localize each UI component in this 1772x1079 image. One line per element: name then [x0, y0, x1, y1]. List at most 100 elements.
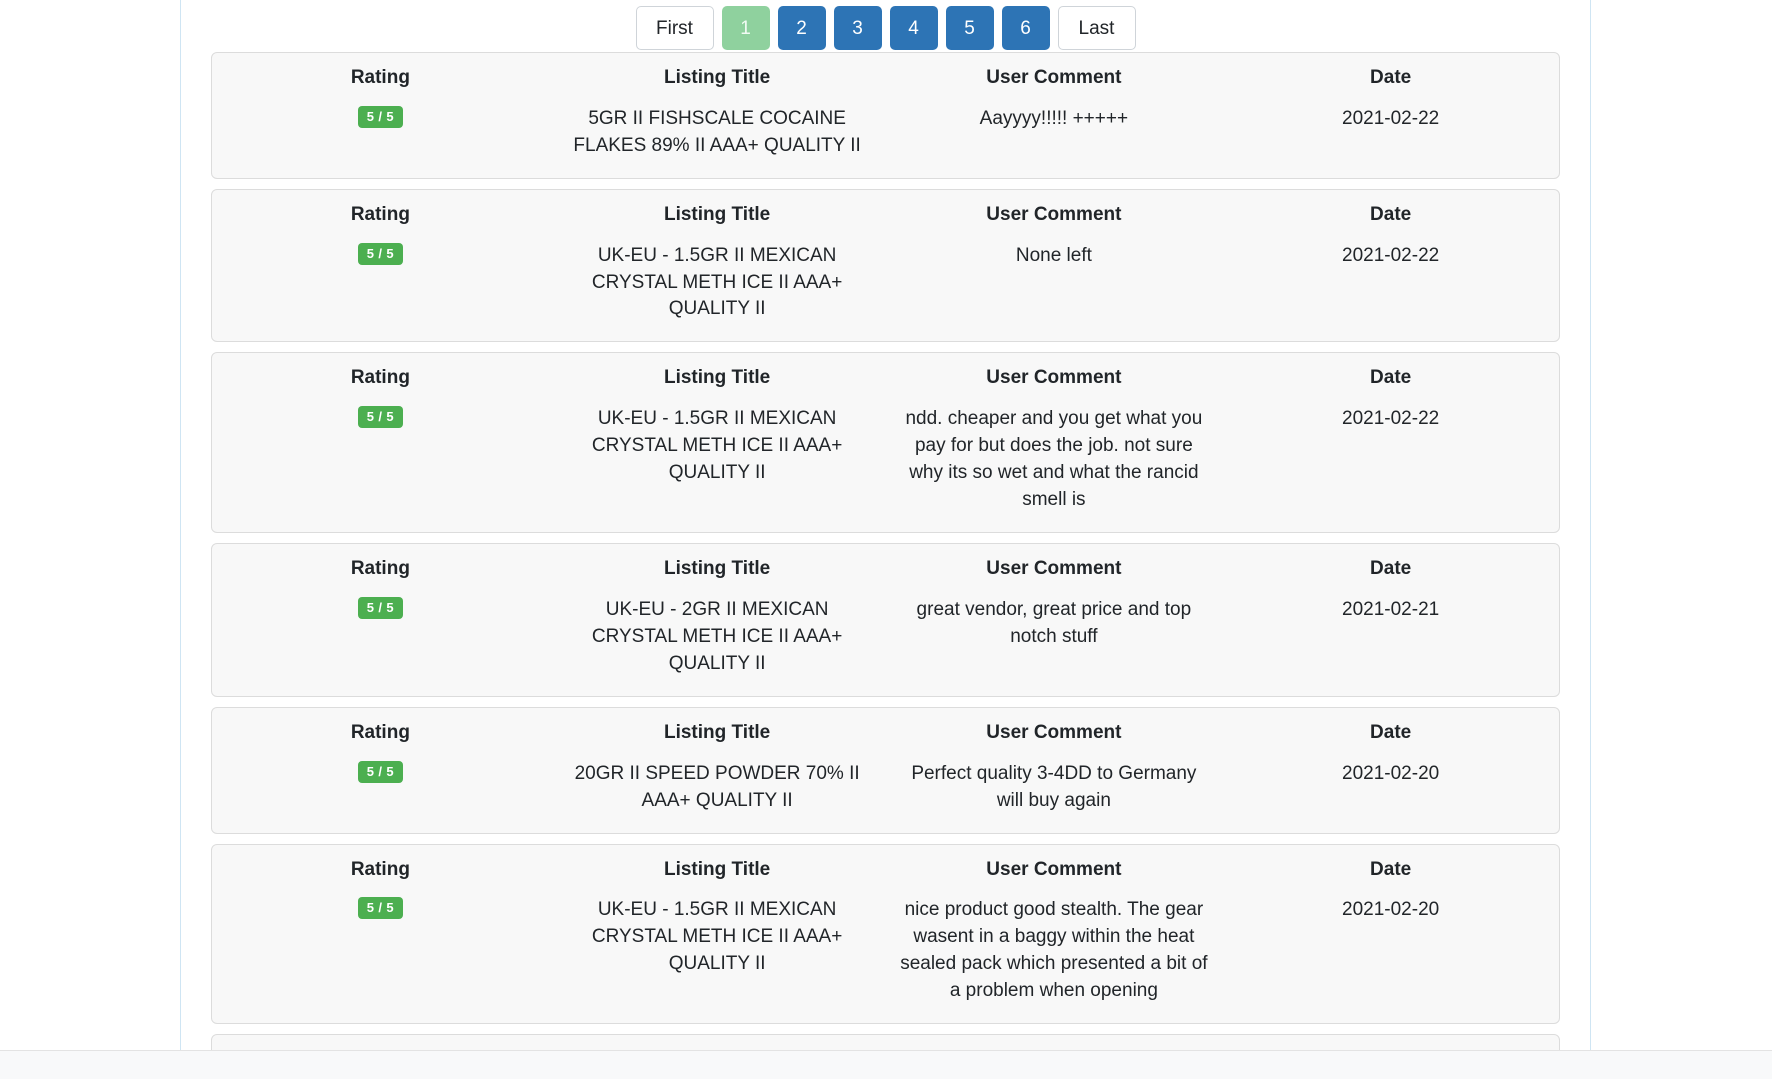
column-title: Listing Title 5GR II FISHSCALE COCAINE FL… [549, 53, 886, 178]
column-title: Listing Title7GR II PHARMA S-KETAMINE II… [549, 1035, 886, 1050]
listing-title-header: Listing Title [663, 558, 771, 580]
pagination-page-1[interactable]: 1 [721, 6, 770, 50]
date-value: 2021-02-20 [1342, 899, 1440, 921]
pagination-last-button[interactable]: Last [1057, 6, 1136, 50]
column-date: Date2021-02-20 [1222, 1035, 1559, 1050]
review-card: Rating 5 / 5 Listing Title UK-EU - 1.5GR II… [211, 843, 1560, 1025]
column-rating: Rating 5 / 5 [212, 190, 549, 283]
listing-title-header: Listing Title [663, 67, 771, 88]
user-comment-header: User Comment [986, 367, 1122, 389]
page-frame: First 1 2 3 4 5 6 Last Rating 5 / 5 Listin… [0, 0, 1772, 1050]
pagination-page-4[interactable]: 4 [889, 6, 938, 50]
review-card: Rating 5 / 5 Listing Title UK-EU - 1.5GR II… [211, 188, 1560, 343]
date-header: Date [1370, 203, 1412, 225]
review-row: Rating 5 / 5 Listing Title 20GR II SPEED PO… [212, 708, 1559, 833]
date-header: Date [1370, 367, 1412, 389]
date-value: 2021-02-22 [1342, 107, 1440, 129]
listing-title-header: Listing Title [663, 203, 771, 225]
pagination-page-2[interactable]: 2 [777, 6, 826, 50]
review-row: Rating 5 / 5 Listing Title UK-EU - 2GR II M… [212, 544, 1559, 696]
rating-value: 5 / 5 [222, 406, 539, 429]
listing-title-header: Listing Title [663, 858, 771, 880]
pagination: First 1 2 3 4 5 6 Last [181, 0, 1590, 52]
pagination-page-6[interactable]: 6 [1001, 6, 1050, 50]
user-comment-value: Aayyyy!!!!! +++++ [979, 107, 1129, 129]
listing-title-value: UK-EU - 1.5GR II MEXICAN CRYSTAL METH IC… [591, 244, 843, 320]
column-date: Date 2021-02-22 [1222, 353, 1559, 451]
date-header: Date [1370, 67, 1412, 88]
review-card: Rating5 / 5Listing Title7GR II PHARMA S-… [211, 1034, 1560, 1050]
rating-value: 5 / 5 [222, 760, 539, 783]
column-rating: Rating5 / 5 [212, 1035, 549, 1050]
listing-title-header: Listing Title [663, 721, 771, 743]
listing-title-value: UK-EU - 2GR II MEXICAN CRYSTAL METH ICE … [591, 598, 843, 674]
column-comment: User Comment nice product good stealth. T… [886, 845, 1223, 1024]
user-comment-header: User Comment [986, 203, 1122, 225]
review-row: Rating 5 / 5 Listing Title UK-EU - 1.5GR II… [212, 353, 1559, 532]
review-card: Rating 5 / 5 Listing Title UK-EU - 1.5GR II… [211, 352, 1560, 534]
rating-badge: 5 / 5 [357, 105, 404, 128]
column-date: Date 2021-02-22 [1222, 53, 1559, 151]
rating-header: Rating [350, 367, 410, 389]
user-comment-header: User Comment [986, 558, 1122, 580]
rating-header: Rating [350, 203, 410, 225]
right-rail-border [1590, 0, 1591, 1050]
bottom-strip [0, 1050, 1772, 1079]
column-date: Date 2021-02-20 [1222, 845, 1559, 943]
column-date: Date 2021-02-22 [1222, 190, 1559, 288]
pagination-page-3[interactable]: 3 [833, 6, 882, 50]
column-rating: Rating 5 / 5 [212, 53, 549, 146]
user-comment-value: great vendor, great price and top notch … [916, 598, 1192, 647]
column-comment: User Comment great vendor, great price an… [886, 544, 1223, 669]
column-title: Listing Title UK-EU - 1.5GR II MEXICAN CR… [549, 845, 886, 997]
rating-badge: 5 / 5 [357, 242, 404, 265]
column-rating: Rating5 / 5 [212, 845, 549, 938]
listing-title-value: 5GR II FISHSCALE COCAINE FLAKES 89% II A… [573, 107, 861, 156]
rating-value: 5 / 5 [222, 596, 539, 619]
rating-badge: 5 / 5 [357, 760, 404, 783]
rating-badge: 5 / 5 [357, 596, 404, 619]
date-value: 2021-02-22 [1342, 408, 1440, 430]
user-comment-value: ndd. cheaper and you get what you pay fo… [905, 408, 1203, 511]
date-value: 2021-02-22 [1342, 244, 1440, 266]
user-comment-value: nice product good stealth. The gear wase… [900, 899, 1208, 1002]
user-comment-header: User Comment [986, 858, 1122, 880]
column-title: Listing Title UK-EU - 1.5GR II MEXICAN CR… [549, 190, 886, 342]
column-rating: Rating 5 / 5 [212, 708, 549, 801]
review-row: Rating 5 / 5 Listing Title UK-EU - 1.5GR II… [212, 845, 1559, 1024]
date-value: 2021-02-21 [1342, 598, 1440, 620]
review-card: Rating 5 / 5 Listing Title 20GR II SPEED PO… [211, 706, 1560, 834]
date-header: Date [1370, 858, 1412, 880]
user-comment-value: None left [1015, 244, 1092, 266]
column-comment: User Comment3dd delivery veeery happy al… [886, 1035, 1223, 1050]
column-rating: Rating 5 / 5 [212, 353, 549, 446]
column-title: Listing Title UK-EU - 1.5GR II MEXICAN CR… [549, 353, 886, 505]
listing-title-value: UK-EU - 1.5GR II MEXICAN CRYSTAL METH IC… [591, 408, 843, 484]
review-row: Rating 5 / 5 Listing Title 5GR II FISHSCALE… [212, 53, 1559, 178]
rating-header: Rating [350, 67, 410, 88]
column-rating: Rating 5 / 5 [212, 544, 549, 637]
rating-value: 5 / 5 [222, 242, 539, 265]
rating-header: Rating [350, 721, 410, 743]
content-column: First 1 2 3 4 5 6 Last Rating 5 / 5 Listin… [181, 0, 1590, 1050]
rating-header: Rating [350, 858, 410, 880]
column-date: Date2021-02-20 [1222, 708, 1559, 806]
user-comment-header: User Comment [986, 67, 1122, 88]
column-date: Date 2021-02-21 [1222, 544, 1559, 642]
pagination-first-button[interactable]: First [635, 6, 714, 50]
user-comment-value: Perfect quality 3-4DD to Germany will bu… [911, 762, 1197, 811]
user-comment-header: User Comment [986, 721, 1122, 743]
rating-header: Rating [350, 558, 410, 580]
column-comment: User Comment Aayyyy!!!!! +++++ [886, 53, 1223, 151]
review-card: Rating 5 / 5 Listing Title UK-EU - 2GR II M… [211, 543, 1560, 697]
pagination-page-5[interactable]: 5 [945, 6, 994, 50]
column-comment: User Comment Perfect quality 3-4DD to Ger… [886, 708, 1223, 833]
listing-title-value: 20GR II SPEED POWDER 70% II AAA+ QUALITY… [574, 762, 860, 811]
column-comment: User Comment None left [886, 190, 1223, 288]
review-card-list: Rating 5 / 5 Listing Title 5GR II FISHSCALE… [181, 52, 1590, 1050]
date-header: Date [1370, 721, 1412, 743]
column-comment: User Comment ndd. cheaper and you get wha… [886, 353, 1223, 532]
review-card: Rating 5 / 5 Listing Title 5GR II FISHSCALE… [211, 52, 1560, 179]
column-title: Listing Title UK-EU - 2GR II MEXICAN CRYS… [549, 544, 886, 696]
listing-title-value: UK-EU - 1.5GR II MEXICAN CRYSTAL METH IC… [591, 899, 843, 975]
